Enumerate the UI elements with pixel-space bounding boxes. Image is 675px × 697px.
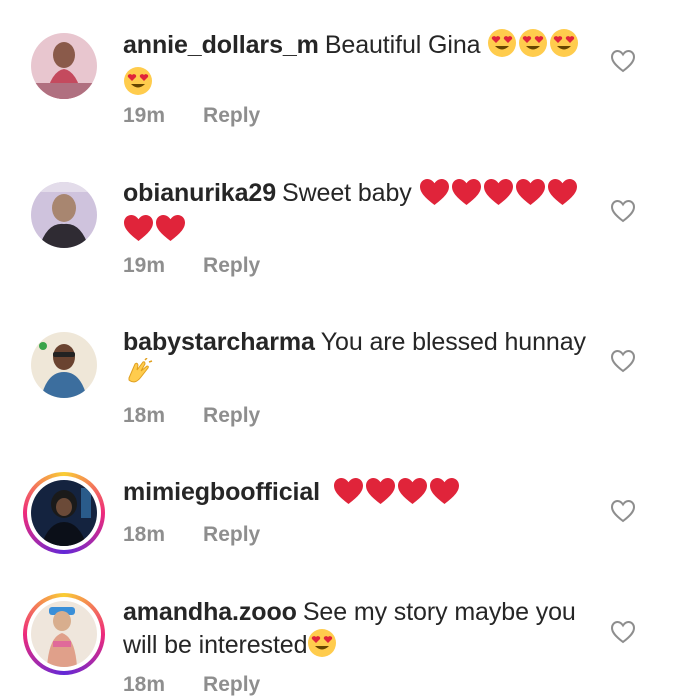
comment-text: amandha.zooo See my story maybe you will … bbox=[123, 597, 593, 666]
like-heart-icon[interactable] bbox=[610, 49, 636, 73]
heart-eyes-emoji bbox=[518, 28, 548, 66]
comment-text: babystarcharma You are blessed hunnay bbox=[123, 327, 593, 396]
avatar-image bbox=[31, 601, 97, 667]
comment-meta: 18m Reply bbox=[123, 404, 260, 428]
avatar bbox=[31, 480, 97, 546]
heart-eyes-emoji bbox=[307, 628, 337, 666]
avatar-image bbox=[31, 33, 97, 99]
red-heart-emoji bbox=[515, 178, 546, 214]
comment-timestamp: 18m bbox=[123, 404, 166, 427]
clapping-hands-emoji bbox=[123, 357, 153, 396]
comment-timestamp: 18m bbox=[123, 523, 166, 546]
comment-meta: 18m Reply bbox=[123, 523, 260, 547]
like-heart-icon[interactable] bbox=[610, 620, 636, 644]
comment-username[interactable]: babystarcharma bbox=[123, 328, 315, 356]
comment-body: Beautiful Gina bbox=[324, 31, 481, 59]
avatar-image bbox=[31, 182, 97, 248]
comment-timestamp: 18m bbox=[123, 673, 166, 696]
red-heart-emoji bbox=[483, 178, 514, 214]
avatar bbox=[31, 601, 97, 667]
heart-eyes-emoji bbox=[549, 28, 579, 66]
avatar-ring-gap bbox=[27, 476, 101, 550]
reply-button[interactable]: Reply bbox=[203, 673, 260, 696]
comment-username[interactable]: amandha.zooo bbox=[123, 598, 297, 626]
comment-timestamp: 19m bbox=[123, 104, 166, 127]
red-heart-emoji bbox=[365, 477, 396, 513]
reply-button[interactable]: Reply bbox=[203, 523, 260, 546]
avatar[interactable] bbox=[31, 182, 97, 248]
comment-username[interactable]: obianurika29 bbox=[123, 179, 276, 207]
red-heart-emoji bbox=[429, 477, 460, 513]
comment-username[interactable]: mimiegboofficial bbox=[123, 478, 320, 506]
avatar-image bbox=[31, 332, 97, 398]
comment-meta: 19m Reply bbox=[123, 254, 260, 278]
heart-eyes-emoji bbox=[123, 66, 153, 104]
red-heart-emoji bbox=[451, 178, 482, 214]
avatar-story-ring[interactable] bbox=[23, 472, 105, 554]
avatar[interactable] bbox=[31, 33, 97, 99]
comment-text: obianurika29 Sweet baby bbox=[123, 178, 593, 250]
reply-button[interactable]: Reply bbox=[203, 254, 260, 277]
comment-meta: 19m Reply bbox=[123, 104, 260, 128]
comment-text: mimiegboofficial bbox=[123, 477, 593, 513]
avatar-ring-gap bbox=[27, 597, 101, 671]
avatar-story-ring[interactable] bbox=[23, 593, 105, 675]
reply-button[interactable]: Reply bbox=[203, 404, 260, 427]
like-heart-icon[interactable] bbox=[610, 349, 636, 373]
red-heart-emoji bbox=[547, 178, 578, 214]
avatar[interactable] bbox=[31, 332, 97, 398]
red-heart-emoji bbox=[419, 178, 450, 214]
heart-eyes-emoji bbox=[487, 28, 517, 66]
comment-body: Sweet baby bbox=[282, 179, 412, 207]
red-heart-emoji bbox=[123, 214, 154, 250]
comment-timestamp: 19m bbox=[123, 254, 166, 277]
comment-meta: 18m Reply bbox=[123, 673, 260, 697]
comment-text: annie_dollars_m Beautiful Gina bbox=[123, 28, 593, 104]
reply-button[interactable]: Reply bbox=[203, 104, 260, 127]
like-heart-icon[interactable] bbox=[610, 499, 636, 523]
comment-body: You are blessed hunnay bbox=[320, 328, 586, 356]
red-heart-emoji bbox=[397, 477, 428, 513]
like-heart-icon[interactable] bbox=[610, 199, 636, 223]
comment-username[interactable]: annie_dollars_m bbox=[123, 31, 319, 59]
red-heart-emoji bbox=[155, 214, 186, 250]
red-heart-emoji bbox=[333, 477, 364, 513]
avatar-image bbox=[31, 480, 97, 546]
